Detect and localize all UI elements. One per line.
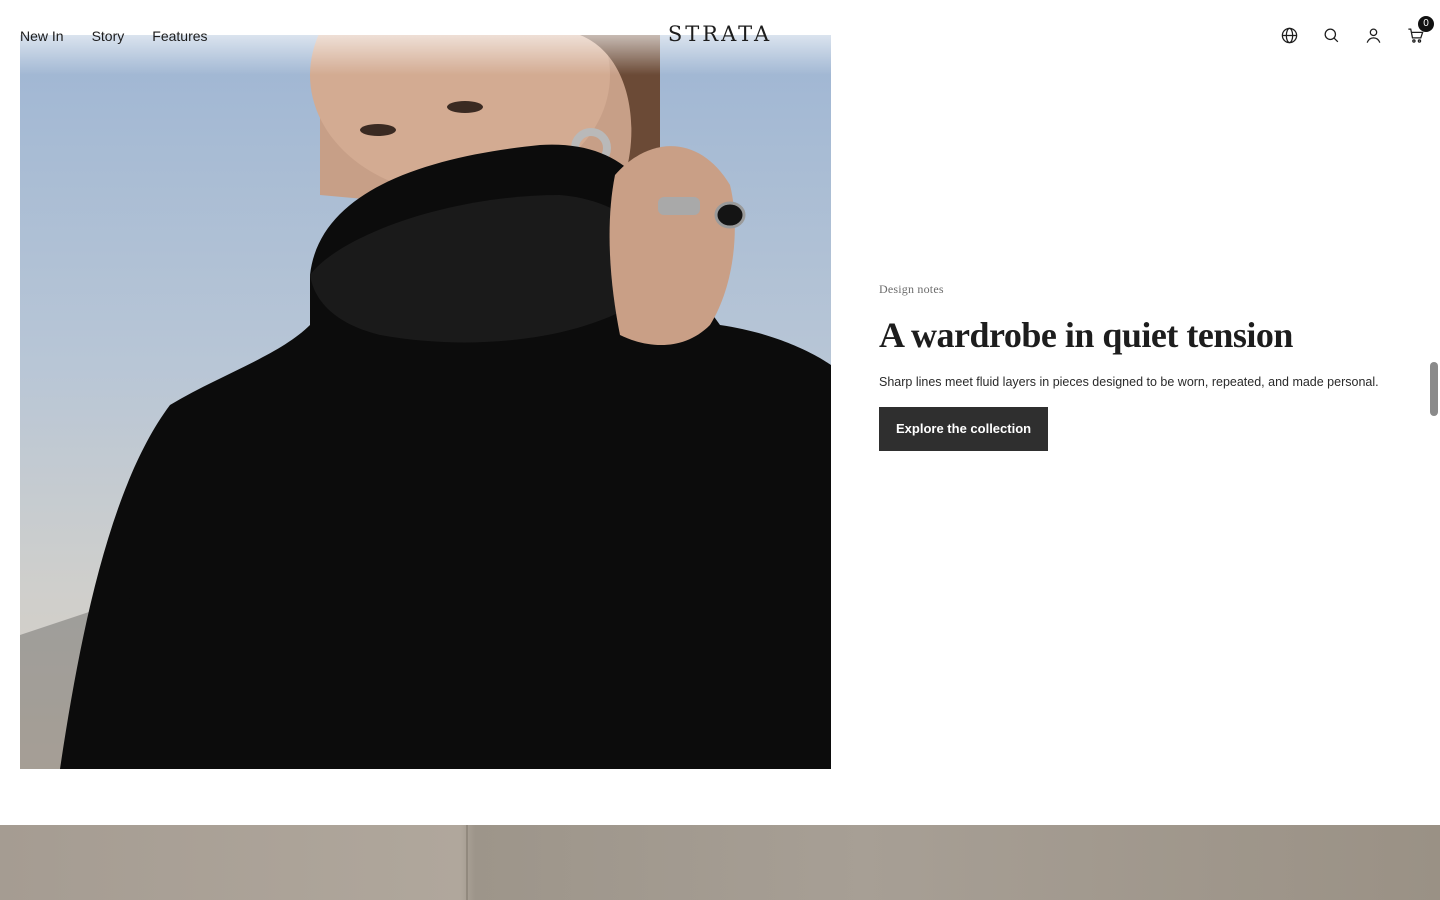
cart-count-badge: 0 [1418, 16, 1434, 32]
account-icon[interactable] [1362, 24, 1384, 46]
explore-collection-button[interactable]: Explore the collection [879, 407, 1049, 451]
section-eyebrow: Design notes [879, 282, 944, 296]
search-icon[interactable] [1320, 24, 1342, 46]
cart-icon[interactable]: 0 [1404, 16, 1434, 46]
image-divider [466, 825, 468, 900]
page-scrollbar[interactable] [1430, 362, 1438, 416]
next-section-image [0, 825, 1440, 900]
globe-icon[interactable] [1278, 24, 1300, 46]
hero-description: Sharp lines meet fluid layers in pieces … [879, 375, 1379, 389]
hero-text-panel: Design notes A wardrobe in quiet tension… [879, 282, 1399, 451]
site-header: New In Story Features STRATA 0 [0, 0, 1440, 72]
hero-headline: A wardrobe in quiet tension [879, 315, 1293, 355]
header-actions: 0 [1278, 16, 1434, 46]
hero-illustration [20, 35, 831, 769]
hero-image [20, 35, 831, 769]
brand-logo[interactable]: STRATA [0, 22, 1440, 46]
